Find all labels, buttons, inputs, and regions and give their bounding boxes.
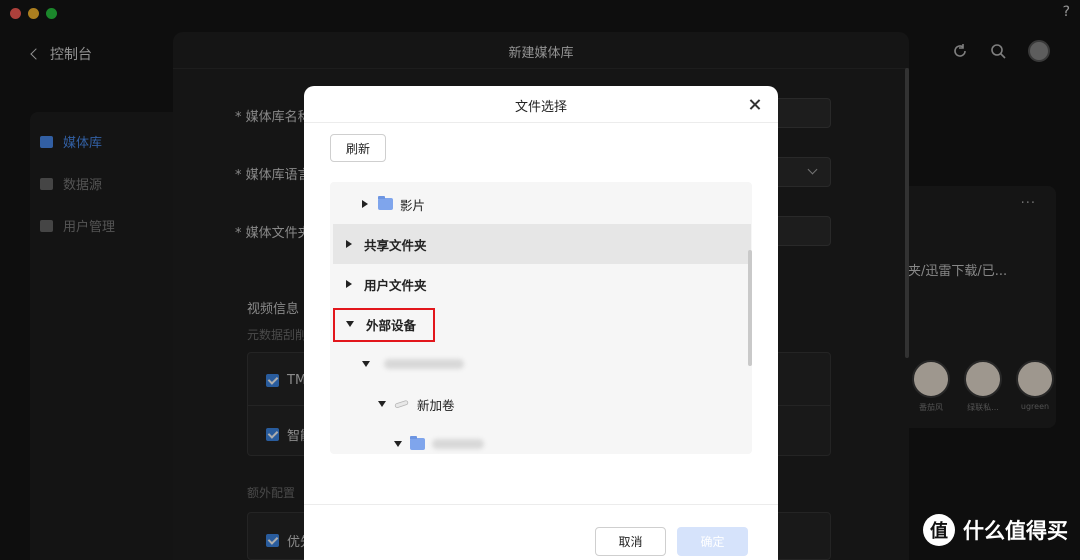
tree-item-movies[interactable]: 影片 xyxy=(330,184,748,224)
watermark-text: 什么值得买 xyxy=(963,519,1068,543)
tree-scrollbar[interactable] xyxy=(748,250,752,366)
drive-icon xyxy=(394,400,409,408)
caret-right-icon[interactable] xyxy=(346,280,352,288)
caret-down-icon[interactable] xyxy=(394,441,402,447)
caret-right-icon[interactable] xyxy=(362,200,368,208)
caret-down-icon[interactable] xyxy=(362,361,370,367)
dialog-title: 文件选择 xyxy=(514,100,567,115)
tree-item-device[interactable] xyxy=(330,344,748,384)
divider xyxy=(304,122,778,123)
tree-item-label: 新加卷 xyxy=(417,397,455,413)
folder-icon xyxy=(378,196,393,210)
caret-right-icon[interactable] xyxy=(346,240,352,248)
caret-down-icon[interactable] xyxy=(378,401,386,407)
tree-item-subfolder[interactable] xyxy=(330,424,748,454)
tree-item-label: 共享文件夹 xyxy=(364,237,427,253)
cancel-button[interactable]: 取消 xyxy=(595,527,666,556)
redacted-label xyxy=(384,359,464,369)
tree-item-label: 用户文件夹 xyxy=(364,277,427,293)
redacted-label xyxy=(432,439,484,449)
watermark: 值 什么值得买 xyxy=(923,514,1068,546)
tree-item-label: 影片 xyxy=(400,197,426,213)
file-picker-dialog: 文件选择 刷新 影片 共享文件夹 用户文件夹 外部设备 新加卷 取消 确定 xyxy=(304,86,778,560)
refresh-button[interactable]: 刷新 xyxy=(330,134,386,162)
divider xyxy=(304,504,778,505)
folder-icon xyxy=(410,436,425,450)
tree-item-volume[interactable]: 新加卷 xyxy=(330,384,748,424)
folder-tree: 影片 共享文件夹 用户文件夹 外部设备 新加卷 xyxy=(330,182,752,454)
highlight-box xyxy=(333,308,435,342)
tree-item-user-folders[interactable]: 用户文件夹 xyxy=(330,264,748,304)
confirm-button[interactable]: 确定 xyxy=(677,527,748,556)
watermark-logo-icon: 值 xyxy=(923,514,955,546)
tree-item-shared[interactable]: 共享文件夹 xyxy=(333,224,751,264)
close-icon[interactable] xyxy=(748,98,762,112)
